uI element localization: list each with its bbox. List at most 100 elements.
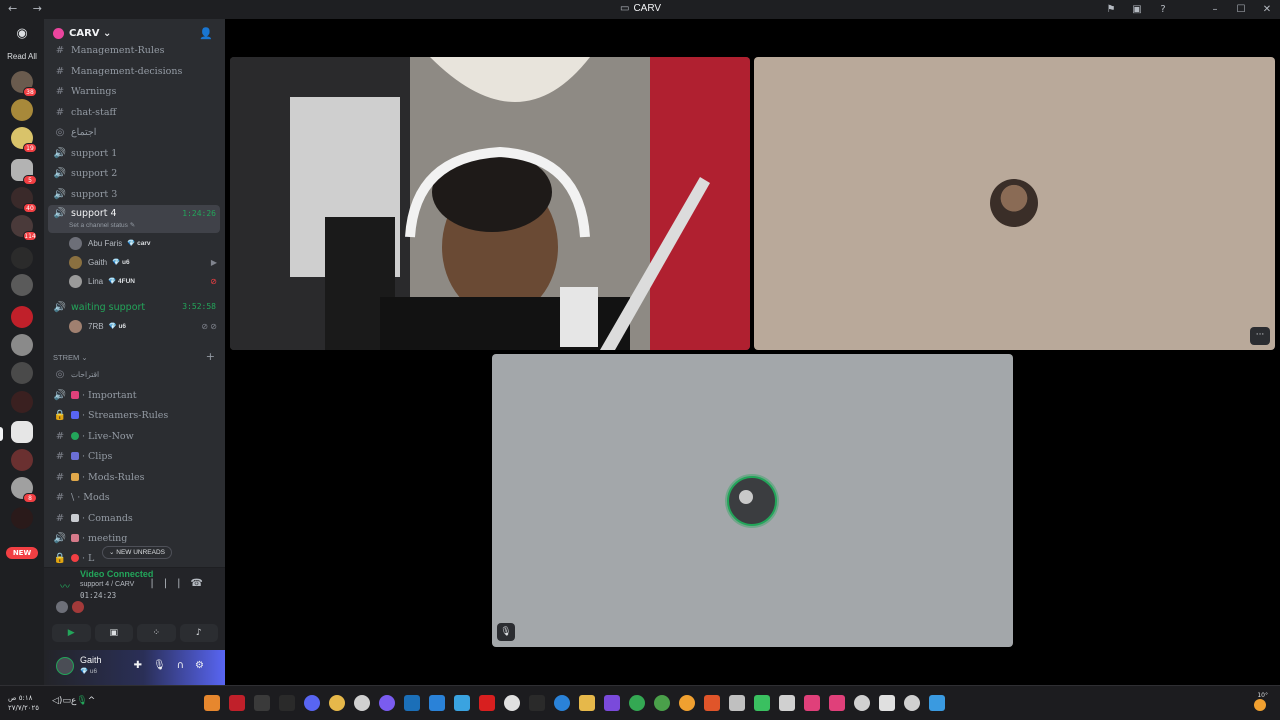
app-icon[interactable] <box>379 695 395 711</box>
server-icon[interactable] <box>11 449 33 471</box>
search-icon[interactable] <box>904 695 920 711</box>
server-icon[interactable]: 8 <box>11 477 37 503</box>
channel-item[interactable]: ◎ اجتماع <box>48 123 220 141</box>
activities-button[interactable]: ⁘ <box>137 624 176 642</box>
app-icon[interactable] <box>454 695 470 711</box>
soundboard-button[interactable]: ♪ <box>179 624 218 642</box>
add-channel-icon[interactable]: + <box>206 350 215 363</box>
weather-icon[interactable] <box>1254 699 1266 711</box>
minimize-icon[interactable]: – <box>1202 4 1228 15</box>
channel-item[interactable]: # chat-staff <box>48 103 220 121</box>
app-icon[interactable] <box>204 695 220 711</box>
server-icon[interactable] <box>11 274 33 296</box>
chrome-icon[interactable] <box>629 695 645 711</box>
new-badge[interactable]: NEW <box>6 547 38 559</box>
app-icon[interactable] <box>254 695 270 711</box>
channel-item[interactable]: # \ · Mods <box>48 488 220 506</box>
server-icon[interactable] <box>11 99 33 121</box>
noise-suppression-icon[interactable]: ||| <box>150 578 190 589</box>
channel-item[interactable]: # · Mods-Rules <box>48 468 220 486</box>
channel-item[interactable]: # Warnings <box>48 82 220 100</box>
clock[interactable]: ٥:١٨ ص ٢٧/٧/٢٠٢٥ <box>8 693 39 713</box>
screen-share-button[interactable]: ▣ <box>94 624 133 642</box>
maximize-icon[interactable]: ☐ <box>1228 4 1254 15</box>
app-icon[interactable] <box>754 695 770 711</box>
epic-games-icon[interactable] <box>529 695 545 711</box>
voice-channel-item[interactable]: 🔊 support 2 <box>48 164 220 182</box>
app-icon[interactable] <box>829 695 845 711</box>
active-voice-channel[interactable]: 🔊 support 4 1:24:26 Set a channel status… <box>48 205 220 233</box>
read-all-button[interactable]: Read All <box>0 52 44 61</box>
disconnect-icon[interactable]: ☎ <box>191 578 213 589</box>
discord-home-icon[interactable]: ◉ <box>11 23 33 45</box>
youtube-icon[interactable] <box>479 695 495 711</box>
app-icon[interactable] <box>554 695 570 711</box>
server-icon[interactable]: 19 <box>11 127 37 153</box>
server-icon[interactable]: 40 <box>11 187 37 213</box>
channel-item[interactable]: # · Live-Now <box>48 427 220 445</box>
weather-temp[interactable]: 10° <box>1257 692 1268 699</box>
avatar[interactable] <box>56 657 74 675</box>
voice-location[interactable]: support 4 / CARV <box>80 581 134 588</box>
video-tile-participant[interactable]: 🎙 <box>492 354 1013 647</box>
windows-start-icon[interactable] <box>929 695 945 711</box>
history-nav[interactable]: ← → <box>8 2 48 15</box>
settings-icon[interactable]: ⚙ <box>195 660 215 671</box>
channel-item[interactable]: ◎ اقتراحات <box>48 365 220 383</box>
steam-icon[interactable] <box>404 695 420 711</box>
discord-app-icon[interactable] <box>304 695 320 711</box>
video-tile-camera[interactable] <box>230 57 750 350</box>
folder-icon[interactable] <box>579 695 595 711</box>
server-icon[interactable] <box>11 391 33 413</box>
video-tile-participant[interactable]: ··· <box>754 57 1275 350</box>
channel-item[interactable]: 🔒 · Streamers-Rules <box>48 406 220 424</box>
headphones-icon[interactable]: ∩ <box>177 660 195 671</box>
voice-member[interactable]: Lina 💎 4FUN ⊘ <box>69 272 219 290</box>
category-strem[interactable]: STREM ⌄ <box>53 353 88 362</box>
network-icon[interactable]: ▭ <box>62 696 71 706</box>
channel-item[interactable]: 🔊 · Important <box>48 386 220 404</box>
server-icon[interactable] <box>11 306 33 328</box>
app-icon[interactable] <box>779 695 795 711</box>
app-icon[interactable] <box>604 695 620 711</box>
app-icon[interactable] <box>354 695 370 711</box>
volume-icon[interactable]: ◁) <box>52 696 62 706</box>
app-icon[interactable] <box>429 695 445 711</box>
server-icon[interactable] <box>11 247 33 269</box>
app-icon[interactable] <box>729 695 745 711</box>
flag-icon[interactable]: ⚑ <box>1098 4 1124 15</box>
user-name[interactable]: Gaith <box>80 655 102 665</box>
server-icon[interactable] <box>11 362 33 384</box>
invite-people-icon[interactable]: 👤 <box>199 27 213 40</box>
voice-member[interactable]: 7RB 💎 u6 ⊘ ⊘ <box>69 317 219 335</box>
server-icon[interactable]: 38 <box>11 71 37 97</box>
tray-chevron-icon[interactable]: ^ <box>88 696 96 706</box>
channel-status-prompt[interactable]: Set a channel status ✎ <box>69 221 135 229</box>
mic-tray-icon[interactable]: 🎙 <box>76 696 87 706</box>
app-icon[interactable] <box>654 695 670 711</box>
server-icon[interactable]: 5 <box>11 159 37 185</box>
channel-item[interactable]: # · Comands <box>48 509 220 527</box>
new-unreads-pill[interactable]: ⌄ NEW UNREADS <box>102 546 173 559</box>
voice-member[interactable]: Abu Faris 💎 carv <box>69 234 219 252</box>
app-icon[interactable] <box>279 695 295 711</box>
close-icon[interactable]: ✕ <box>1254 4 1280 15</box>
server-icon[interactable]: 114 <box>11 215 37 241</box>
voice-channel-item[interactable]: 🔊 support 1 <box>48 144 220 162</box>
inbox-icon[interactable]: ▣ <box>1124 4 1150 15</box>
app-icon[interactable] <box>229 695 245 711</box>
signal-icon[interactable]: 〰 <box>60 578 70 593</box>
voice-channel-item[interactable]: 🔊 waiting support 3:52:58 <box>48 298 220 316</box>
app-icon[interactable] <box>879 695 895 711</box>
gamepad-icon[interactable]: ✚ <box>134 660 153 671</box>
app-icon[interactable] <box>854 695 870 711</box>
channel-item[interactable]: # Management-decisions <box>48 62 220 80</box>
channel-item[interactable]: 🔊 · meeting <box>48 529 220 547</box>
app-icon[interactable] <box>804 695 820 711</box>
camera-button[interactable]: ▶ <box>52 624 91 642</box>
app-icon[interactable] <box>504 695 520 711</box>
channel-item[interactable]: # · Clips <box>48 447 220 465</box>
mic-muted-icon[interactable]: 🎙 <box>497 623 515 641</box>
brave-icon[interactable] <box>704 695 720 711</box>
app-icon[interactable] <box>679 695 695 711</box>
